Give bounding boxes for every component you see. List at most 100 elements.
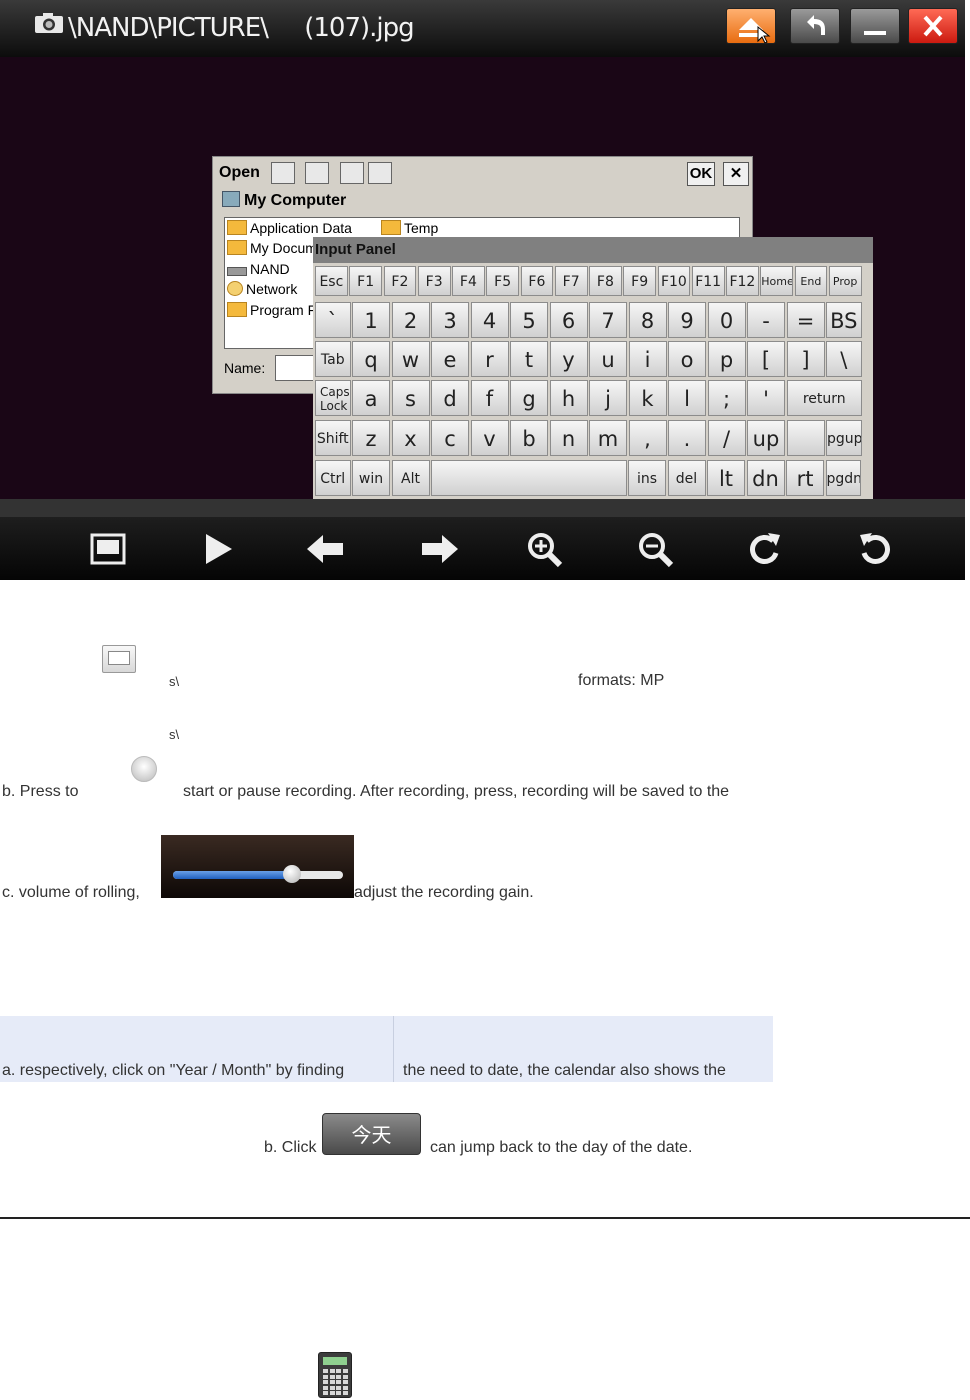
key-g[interactable]: g <box>510 380 548 416</box>
key-l[interactable]: l <box>668 380 706 416</box>
key-up[interactable]: up <box>747 420 785 456</box>
key-f[interactable]: f <box>470 380 509 416</box>
key-y[interactable]: y <box>549 341 588 377</box>
key-f12[interactable]: F12 <box>726 266 759 296</box>
key-home[interactable]: Home <box>760 266 793 296</box>
key-3[interactable]: 3 <box>431 302 469 338</box>
key-0[interactable]: 0 <box>707 302 746 338</box>
key-shift[interactable]: Shift <box>315 420 351 456</box>
key-t[interactable]: t <box>510 341 548 377</box>
key-lt[interactable]: lt <box>707 460 745 496</box>
key-7[interactable]: 7 <box>589 302 627 338</box>
rotate-clockwise-button[interactable] <box>742 527 786 571</box>
key-1[interactable]: 1 <box>352 302 390 338</box>
key-alt[interactable]: Alt <box>391 460 430 496</box>
key-pgup[interactable]: pgup <box>826 420 862 456</box>
key-r[interactable]: r <box>470 341 509 377</box>
slider-knob[interactable] <box>283 865 301 883</box>
key-prop[interactable]: Prop <box>828 266 862 296</box>
key-u[interactable]: u <box>589 341 627 377</box>
key--[interactable]: [ <box>747 341 785 377</box>
key-end[interactable]: End <box>794 266 828 296</box>
key-ins[interactable]: ins <box>628 460 666 496</box>
key-f11[interactable]: F11 <box>691 266 725 296</box>
key--[interactable]: ; <box>707 380 746 416</box>
key-c[interactable]: c <box>431 420 469 456</box>
eject-button[interactable] <box>726 8 776 44</box>
key-5[interactable]: 5 <box>510 302 548 338</box>
zoom-out-button[interactable] <box>633 527 677 571</box>
key-dn[interactable]: dn <box>746 460 785 496</box>
key--[interactable]: = <box>786 302 825 338</box>
key-f7[interactable]: F7 <box>554 266 588 296</box>
key-blank[interactable] <box>431 460 627 496</box>
key--[interactable]: . <box>668 420 706 456</box>
key-p[interactable]: p <box>707 341 746 377</box>
key-blank[interactable] <box>786 420 825 456</box>
key-f9[interactable]: F9 <box>623 266 656 296</box>
key-f10[interactable]: F10 <box>657 266 691 296</box>
key-caps-lock[interactable]: Caps Lock <box>315 380 351 416</box>
key-f3[interactable]: F3 <box>417 266 451 296</box>
key-return[interactable]: return <box>786 380 862 416</box>
key--[interactable]: ] <box>786 341 825 377</box>
key-i[interactable]: i <box>628 341 667 377</box>
up-folder-icon[interactable] <box>271 162 295 184</box>
key-q[interactable]: q <box>352 341 390 377</box>
key-a[interactable]: a <box>352 380 390 416</box>
previous-button[interactable] <box>303 527 347 571</box>
key-f8[interactable]: F8 <box>589 266 622 296</box>
back-button[interactable] <box>790 8 840 44</box>
recording-gain-slider[interactable] <box>161 835 354 898</box>
key-pgdn[interactable]: pgdn <box>825 460 861 496</box>
key-x[interactable]: x <box>391 420 430 456</box>
zoom-in-button[interactable] <box>522 527 566 571</box>
key-o[interactable]: o <box>668 341 706 377</box>
next-button[interactable] <box>418 527 462 571</box>
list-item[interactable]: Temp <box>381 220 438 236</box>
key-k[interactable]: k <box>628 380 667 416</box>
key-m[interactable]: m <box>589 420 627 456</box>
key-6[interactable]: 6 <box>549 302 588 338</box>
key-del[interactable]: del <box>667 460 706 496</box>
key-win[interactable]: win <box>352 460 390 496</box>
play-button[interactable] <box>196 527 240 571</box>
key--[interactable]: / <box>707 420 746 456</box>
key-b[interactable]: b <box>510 420 548 456</box>
key-n[interactable]: n <box>549 420 588 456</box>
rotate-counterclockwise-button[interactable] <box>854 527 898 571</box>
list-item[interactable]: My Docum <box>227 240 317 256</box>
key--[interactable]: \ <box>826 341 862 377</box>
list-item[interactable]: Network <box>227 281 297 297</box>
key-z[interactable]: z <box>352 420 390 456</box>
dialog-close-button[interactable]: ✕ <box>723 162 749 186</box>
key-j[interactable]: j <box>589 380 627 416</box>
key-tab[interactable]: Tab <box>315 341 351 377</box>
today-button[interactable]: 今天 <box>322 1113 421 1155</box>
key-ctrl[interactable]: Ctrl <box>315 460 351 496</box>
new-folder-icon[interactable] <box>305 162 329 184</box>
key-f1[interactable]: F1 <box>349 266 382 296</box>
slideshow-frame-button[interactable] <box>86 527 130 571</box>
name-field[interactable] <box>275 355 317 381</box>
key-4[interactable]: 4 <box>470 302 509 338</box>
key--[interactable]: , <box>628 420 667 456</box>
key-f2[interactable]: F2 <box>383 266 417 296</box>
list-item[interactable]: Program F <box>227 302 316 318</box>
details-view-icon[interactable] <box>368 162 392 184</box>
key-s[interactable]: s <box>391 380 430 416</box>
key--[interactable]: ' <box>747 380 785 416</box>
key-esc[interactable]: Esc <box>315 266 348 296</box>
minimize-button[interactable] <box>850 8 900 44</box>
key-8[interactable]: 8 <box>628 302 667 338</box>
key--[interactable]: ` <box>315 302 351 338</box>
key-h[interactable]: h <box>549 380 588 416</box>
key--[interactable]: - <box>747 302 785 338</box>
ok-button[interactable]: OK <box>687 162 715 186</box>
key-f5[interactable]: F5 <box>486 266 519 296</box>
list-item[interactable]: NAND <box>227 261 290 277</box>
list-view-icon[interactable] <box>340 162 364 184</box>
key-v[interactable]: v <box>470 420 509 456</box>
list-item[interactable]: Application Data <box>227 220 352 236</box>
key-rt[interactable]: rt <box>786 460 824 496</box>
